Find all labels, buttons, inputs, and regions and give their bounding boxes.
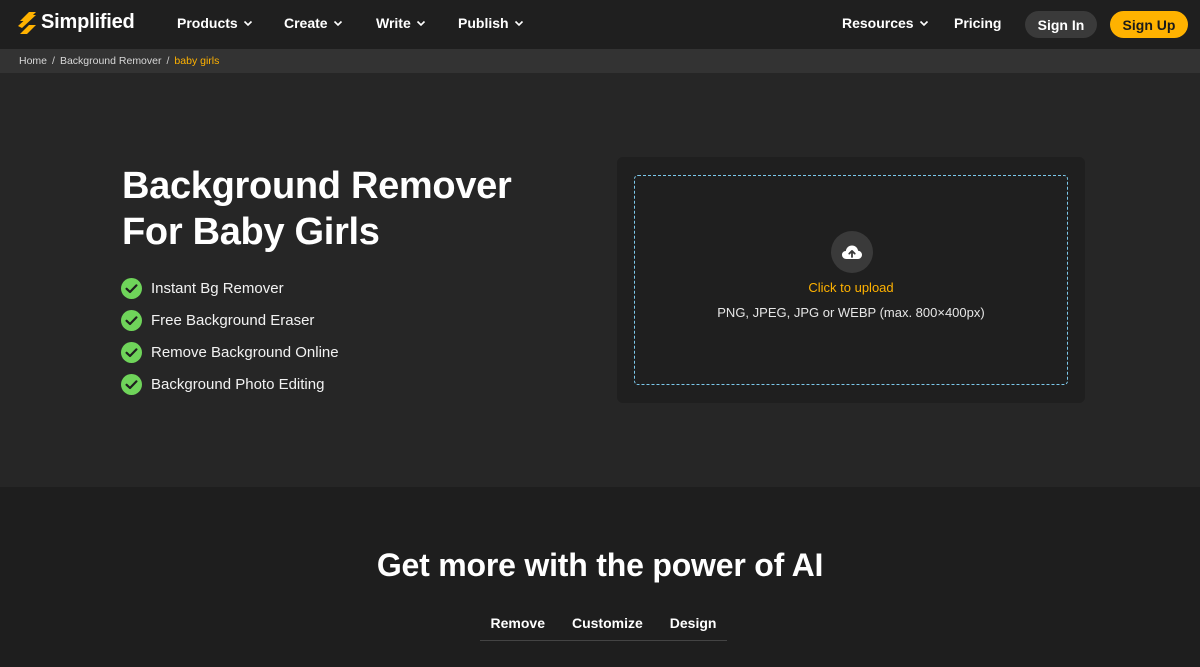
feature-tabs: Remove Customize Design — [480, 613, 727, 641]
chevron-down-icon — [919, 20, 928, 27]
check-circle-icon — [121, 341, 142, 363]
nav-products-label: Products — [177, 15, 238, 31]
logo-icon — [18, 11, 36, 34]
feature-item: Free Background Eraser — [121, 304, 339, 336]
tab-design[interactable]: Design — [670, 613, 717, 640]
top-navigation: Simplified Products Create Write Publish… — [0, 0, 1200, 49]
feature-item: Instant Bg Remover — [121, 272, 339, 304]
tab-remove[interactable]: Remove — [491, 613, 545, 640]
nav-resources-label: Resources — [842, 15, 914, 31]
nav-products[interactable]: Products — [177, 15, 253, 31]
check-circle-icon — [121, 277, 142, 299]
check-circle-icon — [121, 309, 142, 331]
nav-create-label: Create — [284, 15, 328, 31]
brand-name: Simplified — [41, 11, 135, 33]
feature-item: Remove Background Online — [121, 336, 339, 368]
check-circle-icon — [121, 373, 142, 395]
brand-logo[interactable]: Simplified — [18, 11, 135, 34]
feature-label: Background Photo Editing — [151, 375, 325, 393]
chevron-down-icon — [514, 20, 523, 27]
upload-dropzone[interactable]: Click to upload PNG, JPEG, JPG or WEBP (… — [634, 175, 1068, 385]
breadcrumb: Home / Background Remover / baby girls — [0, 49, 1200, 73]
feature-list: Instant Bg Remover Free Background Erase… — [121, 272, 339, 400]
page-title: Background Remover For Baby Girls — [122, 163, 582, 255]
upload-format-hint: PNG, JPEG, JPG or WEBP (max. 800×400px) — [717, 305, 985, 320]
nav-pricing[interactable]: Pricing — [954, 15, 1001, 31]
upload-icon-button[interactable] — [831, 231, 873, 273]
cloud-upload-icon — [842, 245, 862, 259]
upload-card: Click to upload PNG, JPEG, JPG or WEBP (… — [617, 157, 1085, 403]
nav-write-label: Write — [376, 15, 411, 31]
section-title: Get more with the power of AI — [376, 547, 824, 583]
feature-label: Free Background Eraser — [151, 311, 315, 329]
chevron-down-icon — [333, 20, 342, 27]
click-to-upload-link[interactable]: Click to upload — [635, 280, 1067, 295]
page-title-line1: Background Remover — [122, 165, 512, 207]
sign-in-button[interactable]: Sign In — [1025, 11, 1097, 38]
feature-label: Instant Bg Remover — [151, 279, 284, 297]
chevron-down-icon — [243, 20, 252, 27]
nav-publish-label: Publish — [458, 15, 509, 31]
nav-write[interactable]: Write — [376, 15, 426, 31]
nav-resources[interactable]: Resources — [842, 15, 929, 31]
breadcrumb-separator: / — [166, 55, 170, 67]
breadcrumb-current: baby girls — [174, 55, 220, 67]
breadcrumb-home[interactable]: Home — [19, 55, 47, 67]
nav-publish[interactable]: Publish — [458, 15, 524, 31]
ai-features-section: Get more with the power of AI Remove Cus… — [0, 487, 1200, 667]
feature-label: Remove Background Online — [151, 343, 339, 361]
nav-pricing-label: Pricing — [954, 15, 1002, 31]
nav-create[interactable]: Create — [284, 15, 343, 31]
chevron-down-icon — [416, 20, 425, 27]
feature-item: Background Photo Editing — [121, 368, 339, 400]
page-title-line2: For Baby Girls — [122, 211, 380, 253]
tab-customize[interactable]: Customize — [572, 613, 643, 640]
breadcrumb-separator: / — [52, 55, 55, 67]
sign-up-button[interactable]: Sign Up — [1110, 11, 1188, 38]
breadcrumb-background-remover[interactable]: Background Remover — [60, 55, 162, 67]
